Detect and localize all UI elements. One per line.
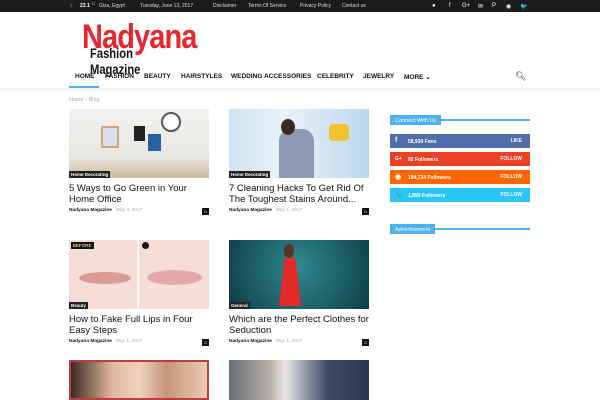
follow-button[interactable]: FOLLOW <box>500 174 522 180</box>
social-twitter[interactable]: 🐦 1,893 Followers FOLLOW <box>390 188 530 202</box>
link-privacy[interactable]: Privacy Policy <box>300 3 331 9</box>
twitter-icon[interactable]: 🐦 <box>520 3 527 10</box>
rss-count: 184,734 <box>408 174 427 181</box>
site-logo[interactable]: Nadyana Fashion Magazine <box>82 18 202 77</box>
link-terms[interactable]: Terms Of Service <box>248 3 286 9</box>
behance-icon[interactable]: ● <box>432 3 436 9</box>
post-title[interactable]: Which are the Perfect Clothes for Seduct… <box>229 314 369 336</box>
post-image[interactable]: BEFORE Beauty <box>69 240 209 309</box>
follow-button[interactable]: FOLLOW <box>500 192 522 198</box>
breadcrumb: Home › Blog <box>69 97 100 103</box>
post-image[interactable] <box>69 360 209 400</box>
advertisement-header: Advertisement <box>390 218 530 234</box>
before-label: BEFORE <box>71 242 94 249</box>
top-bar: ☾ 23.1 C Giza, Egypt Tuesday, June 13, 2… <box>0 0 600 12</box>
post-title[interactable]: How to Fake Full Lips in Four Easy Steps <box>69 314 209 336</box>
comment-count[interactable]: 0 <box>202 208 209 215</box>
facebook-icon: f <box>395 137 398 144</box>
like-button[interactable]: LIKE <box>511 138 522 144</box>
post-image[interactable] <box>229 360 369 400</box>
mail-icon[interactable]: ✉ <box>478 3 483 10</box>
weather-icon: ☾ <box>70 3 75 9</box>
breadcrumb-home[interactable]: Home <box>69 97 84 103</box>
gp-label: Followers <box>414 156 439 163</box>
advertisement-title: Advertisement <box>390 224 436 234</box>
category-tag[interactable]: Home Decorating <box>229 171 271 178</box>
category-tag[interactable]: General <box>229 302 250 309</box>
comment-count[interactable]: 0 <box>362 339 369 346</box>
rss-label: Followers <box>427 174 451 181</box>
post-title[interactable]: 5 Ways to Go Green in Your Home Office <box>69 183 209 205</box>
post-date: May 4, 2017 <box>115 208 143 213</box>
nav-divider <box>0 88 600 92</box>
nav-fashion[interactable]: FASHION <box>105 73 134 80</box>
google-plus-icon[interactable]: G+ <box>462 3 470 9</box>
nav-celebrity[interactable]: CELEBRITY <box>317 73 354 80</box>
gp-count: 92 <box>408 156 414 163</box>
category-tag[interactable]: Home Decorating <box>69 171 111 178</box>
top-date: Tuesday, June 13, 2017 <box>140 3 194 9</box>
post-author[interactable]: Nadyana Magazine <box>229 339 272 344</box>
rss-icon[interactable]: ◉ <box>506 3 511 10</box>
weather-location: Giza, Egypt <box>99 3 125 9</box>
post-date: May 1, 2017 <box>115 339 143 344</box>
comment-count[interactable]: 0 <box>202 339 209 346</box>
post-date: May 1, 2017 <box>275 208 303 213</box>
follow-button[interactable]: FOLLOW <box>500 156 522 162</box>
twitter-icon: 🐦 <box>395 192 404 199</box>
comment-count[interactable]: 0 <box>362 208 369 215</box>
post-card: Home Decorating 7 Cleaning Hacks To Get … <box>229 109 369 216</box>
post-author[interactable]: Nadyana Magazine <box>69 208 112 213</box>
link-contact[interactable]: Contact us <box>342 3 366 9</box>
post-author[interactable]: Nadyana Magazine <box>69 339 112 344</box>
connect-title: Connect With Us <box>390 115 442 125</box>
search-icon[interactable]: 🔍︎ <box>515 71 526 82</box>
post-date: May 1, 2017 <box>275 339 303 344</box>
pinterest-icon[interactable]: P <box>492 3 496 9</box>
nav-hairstyles[interactable]: HAIRSTYLES <box>181 73 222 80</box>
weather-temp: 23.1 <box>80 3 90 9</box>
fb-count: 58,930 <box>408 138 424 145</box>
post-card: General Which are the Perfect Clothes fo… <box>229 240 369 347</box>
weather-unit[interactable]: C <box>92 1 95 6</box>
post-image[interactable]: Home Decorating <box>229 109 369 178</box>
connect-header: Connect With Us <box>390 109 530 125</box>
tw-label: Followers <box>421 192 446 199</box>
post-image[interactable]: General <box>229 240 369 309</box>
breadcrumb-current: Blog <box>88 97 100 103</box>
nav-more[interactable]: MORE ⌄ <box>404 73 431 81</box>
breadcrumb-sep: › <box>85 97 88 103</box>
nav-home[interactable]: HOME <box>75 73 95 80</box>
post-image[interactable]: Home Decorating <box>69 109 209 178</box>
nav-beauty[interactable]: BEAUTY <box>144 73 171 80</box>
link-disclaimer[interactable]: Disclaimer <box>213 3 236 9</box>
post-author[interactable]: Nadyana Magazine <box>229 208 272 213</box>
rss-icon: ◉ <box>395 174 402 181</box>
nav-wedding-accessories[interactable]: WEDDING ACCESSORIES <box>231 73 311 80</box>
social-facebook[interactable]: f 58,930 Fans LIKE <box>390 134 530 148</box>
google-plus-icon: G+ <box>395 156 402 162</box>
post-card: BEFORE Beauty How to Fake Full Lips in F… <box>69 240 209 347</box>
nav-jewelry[interactable]: JEWELRY <box>363 73 394 80</box>
category-tag[interactable]: Beauty <box>69 302 89 309</box>
fb-label: Fans <box>424 138 437 145</box>
social-rss[interactable]: ◉ 184,734 Followers FOLLOW <box>390 170 530 184</box>
facebook-icon[interactable]: f <box>449 3 451 9</box>
tw-count: 1,893 <box>408 192 421 199</box>
post-title[interactable]: 7 Cleaning Hacks To Get Rid Of The Tough… <box>229 183 369 205</box>
social-google-plus[interactable]: G+ 92 Followers FOLLOW <box>390 152 530 166</box>
post-card: Home Decorating 5 Ways to Go Green in Yo… <box>69 109 209 216</box>
